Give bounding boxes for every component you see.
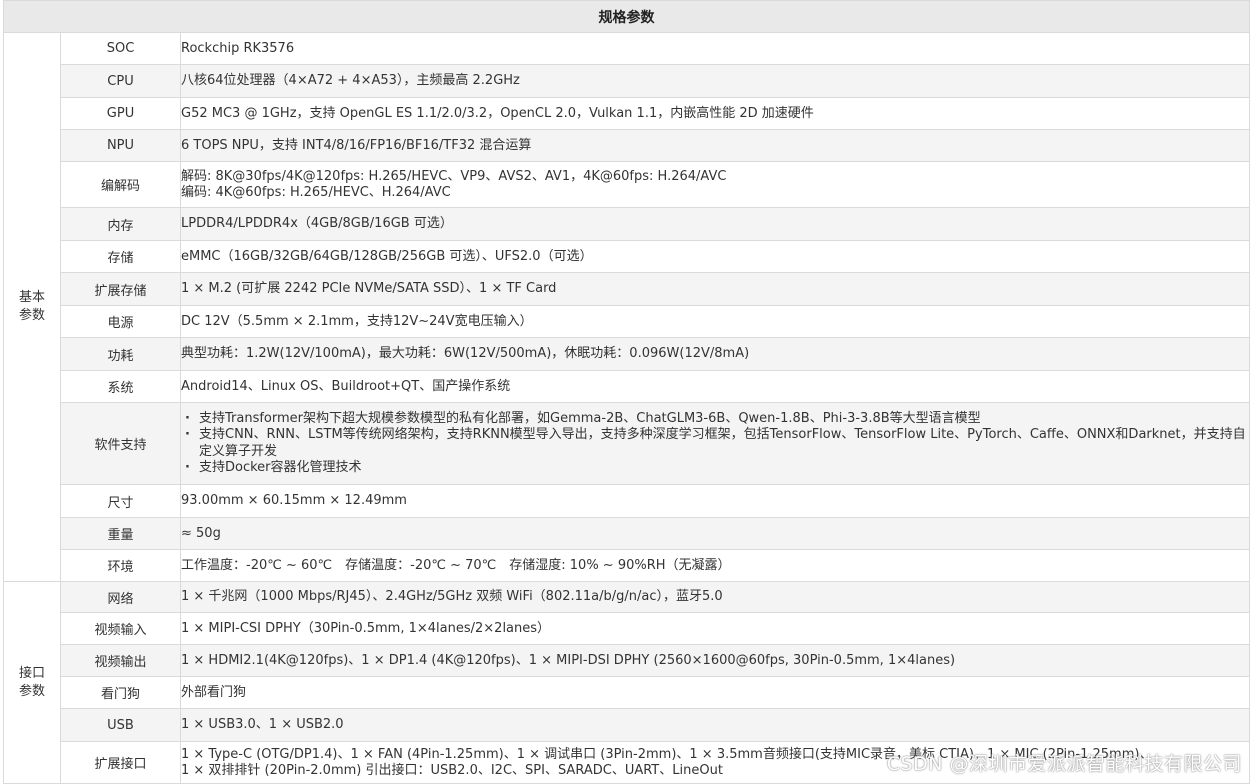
table-title: 规格参数 [3,0,1250,33]
spec-label-memory: 内存 [60,207,181,241]
spec-value-storage: eMMC（16GB/32GB/64GB/128GB/256GB 可选）、UFS2… [180,240,1250,273]
spec-value-soc: Rockchip RK3576 [180,32,1250,65]
spec-value-expansion-storage: 1 × M.2 (可扩展 2242 PCIe NVMe/SATA SSD）、1 … [180,272,1250,306]
spec-value-system: Android14、Linux OS、Buildroot+QT、国产操作系统 [180,370,1250,403]
spec-label-software: 软件支持 [60,402,181,485]
spec-value-software: 支持Transformer架构下超大规模参数模型的私有化部署，如Gemma-2B… [180,402,1250,485]
codec-encode-line: 编码: 4K@60fps: H.265/HEVC、H.264/AVC [181,184,451,200]
spec-label-soc: SOC [60,32,181,65]
spec-label-gpu: GPU [60,97,181,130]
spec-value-codec: 解码: 8K@30fps/4K@120fps: H.265/HEVC、VP9、A… [180,161,1250,208]
group-interface-params: 接口 参数 [3,581,61,784]
spec-label-expansion-storage: 扩展存储 [60,272,181,306]
group-basic-params: 基本 参数 [3,32,61,582]
spec-value-weight: ≈ 50g [180,517,1250,550]
codec-decode-line: 解码: 8K@30fps/4K@120fps: H.265/HEVC、VP9、A… [181,168,727,184]
spec-label-power-consumption: 功耗 [60,337,181,371]
spec-label-codec: 编解码 [60,161,181,208]
software-bullet-item: 支持CNN、RNN、LSTM等传统网络架构，支持RKNN模型导入导出，支持多种深… [182,427,1249,460]
spec-label-weight: 重量 [60,517,181,550]
spec-value-usb: 1 × USB3.0、1 × USB2.0 [180,708,1250,742]
spec-label-system: 系统 [60,370,181,403]
spec-table: 规格参数 基本 参数 SOC Rockchip RK3576 CPU 八核64位… [3,0,1250,784]
spec-value-watchdog: 外部看门狗 [180,676,1250,709]
spec-label-network: 网络 [60,581,181,613]
spec-label-video-input: 视频输入 [60,612,181,645]
spec-value-cpu: 八核64位处理器（4×A72 + 4×A53），主频最高 2.2GHz [180,64,1250,98]
spec-value-network: 1 × 千兆网（1000 Mbps/RJ45）、2.4GHz/5GHz 双频 W… [180,581,1250,613]
software-bullet-item: 支持Docker容器化管理技术 [182,460,1249,477]
spec-label-watchdog: 看门狗 [60,676,181,709]
group-interface-label: 接口 参数 [18,665,45,699]
spec-label-storage: 存储 [60,240,181,273]
spec-label-power: 电源 [60,305,181,338]
spec-value-dimensions: 93.00mm × 60.15mm × 12.49mm [180,484,1250,518]
software-bullet-list: 支持Transformer架构下超大规模参数模型的私有化部署，如Gemma-2B… [182,411,1249,477]
spec-value-environment: 工作温度：-20℃ ~ 60℃ 存储温度：-20℃ ~ 70℃ 存储湿度: 10… [180,549,1250,582]
spec-value-gpu: G52 MC3 @ 1GHz，支持 OpenGL ES 1.1/2.0/3.2，… [180,97,1250,130]
spec-value-power-consumption: 典型功耗：1.2W(12V/100mA)，最大功耗：6W(12V/500mA)，… [180,337,1250,371]
spec-value-memory: LPDDR4/LPDDR4x（4GB/8GB/16GB 可选） [180,207,1250,241]
group-basic-label: 基本 参数 [18,290,45,323]
spec-value-video-output: 1 × HDMI2.1(4K@120fps)、1 × DP1.4 (4K@120… [180,644,1250,677]
spec-label-usb: USB [60,708,181,742]
spec-label-video-output: 视频输出 [60,644,181,677]
spec-label-expansion-interface: 扩展接口 [60,741,181,784]
software-bullet-item: 支持Transformer架构下超大规模参数模型的私有化部署，如Gemma-2B… [182,411,1249,428]
spec-value-power: DC 12V（5.5mm × 2.1mm，支持12V~24V宽电压输入） [180,305,1250,338]
watermark-text: CSDN @深圳市爱派派智能科技有限公司 [886,753,1242,775]
spec-label-dimensions: 尺寸 [60,484,181,518]
spec-value-video-input: 1 × MIPI-CSI DPHY（30Pin-0.5mm, 1×4lanes/… [180,612,1250,645]
spec-label-cpu: CPU [60,64,181,98]
spec-label-npu: NPU [60,129,181,162]
spec-label-environment: 环境 [60,549,181,582]
spec-value-npu: 6 TOPS NPU，支持 INT4/8/16/FP16/BF16/TF32 混… [180,129,1250,162]
